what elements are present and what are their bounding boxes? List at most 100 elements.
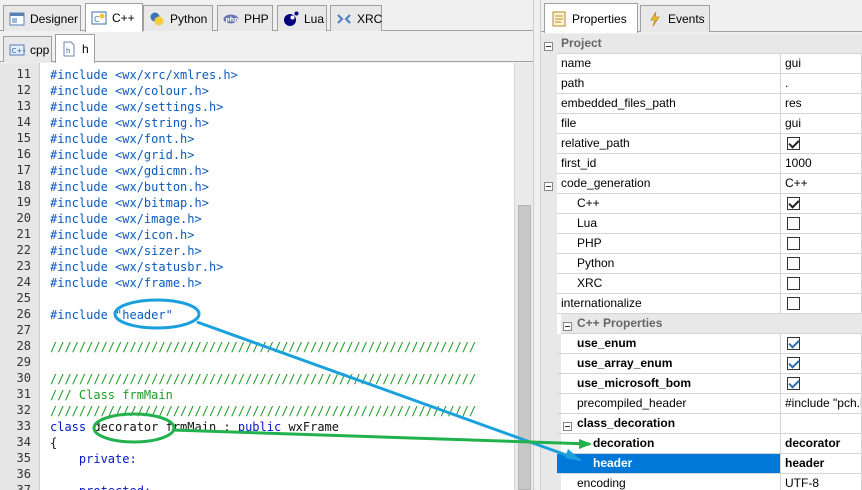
property-row[interactable]: embedded_files_path res <box>541 94 862 114</box>
tab-designer[interactable]: Designer <box>3 5 81 31</box>
file-tab-cpp[interactable]: C++ cpp <box>3 36 52 62</box>
property-value[interactable]: res <box>781 94 862 114</box>
tab-python[interactable]: Python <box>143 5 213 31</box>
property-value[interactable]: header <box>781 454 862 474</box>
property-row[interactable]: encoding UTF-8 <box>541 474 862 490</box>
code-line[interactable]: #include <wx/image.h> <box>50 211 202 227</box>
line-number: 31 <box>16 387 31 401</box>
code-line[interactable]: #include <wx/gdicmn.h> <box>50 163 209 179</box>
code-line[interactable]: /// Class frmMain <box>50 387 173 403</box>
property-row[interactable]: file gui <box>541 114 862 134</box>
code-line[interactable]: #include <wx/button.h> <box>50 179 209 195</box>
property-row[interactable]: first_id 1000 <box>541 154 862 174</box>
property-row[interactable]: internationalize <box>541 294 862 314</box>
property-value[interactable] <box>781 214 862 234</box>
property-value[interactable]: 1000 <box>781 154 862 174</box>
code-token: #include "header" <box>50 308 173 322</box>
tab-lua[interactable]: Lua <box>277 5 327 31</box>
code-line[interactable]: #include <wx/statusbr.h> <box>50 259 223 275</box>
property-value[interactable] <box>781 334 862 354</box>
property-value[interactable] <box>781 374 862 394</box>
code-line[interactable]: { <box>50 435 57 451</box>
unchecked-checkbox[interactable] <box>787 217 800 230</box>
property-value[interactable]: C++ <box>781 174 862 194</box>
property-row[interactable]: precompiled_header#include "pch.h" <box>541 394 862 414</box>
tab-php[interactable]: php PHP <box>217 5 273 31</box>
property-value[interactable] <box>781 414 862 434</box>
property-value[interactable] <box>781 294 862 314</box>
property-value[interactable]: decorator <box>781 434 862 454</box>
code-line[interactable]: #include "header" <box>50 307 173 323</box>
property-row[interactable]: PHP <box>541 234 862 254</box>
property-row[interactable]: relative_path <box>541 134 862 154</box>
code-line[interactable]: #include <wx/bitmap.h> <box>50 195 209 211</box>
category-project[interactable]: Project <box>557 34 862 54</box>
collapse-icon[interactable] <box>563 420 572 431</box>
code-line[interactable]: #include <wx/grid.h> <box>50 147 195 163</box>
unchecked-checkbox[interactable] <box>787 237 800 250</box>
checked-checkbox[interactable] <box>787 377 800 390</box>
property-row[interactable]: XRC <box>541 274 862 294</box>
code-line[interactable]: ////////////////////////////////////////… <box>50 371 476 387</box>
tab-events[interactable]: Events <box>640 5 710 32</box>
code-line[interactable]: #include <wx/frame.h> <box>50 275 202 291</box>
unchecked-checkbox[interactable] <box>787 277 800 290</box>
code-line[interactable]: #include <wx/string.h> <box>50 115 209 131</box>
property-row[interactable]: Lua <box>541 214 862 234</box>
property-row[interactable]: Python <box>541 254 862 274</box>
code-line[interactable]: #include <wx/xrc/xmlres.h> <box>50 67 238 83</box>
checked-checkbox[interactable] <box>787 137 800 150</box>
file-tab-h[interactable]: hh <box>55 34 95 63</box>
property-value[interactable] <box>781 134 862 154</box>
code-line[interactable]: #include <wx/colour.h> <box>50 83 209 99</box>
property-row[interactable]: decoration decorator <box>541 434 862 454</box>
property-value[interactable]: gui <box>781 114 862 134</box>
code-line[interactable]: #include <wx/font.h> <box>50 131 195 147</box>
code-line[interactable]: #include <wx/icon.h> <box>50 227 195 243</box>
property-row[interactable]: use_array_enum <box>541 354 862 374</box>
property-row[interactable]: use_enum <box>541 334 862 354</box>
property-value[interactable]: UTF-8 <box>781 474 862 490</box>
code-line[interactable]: class decorator frmMain : public wxFrame <box>50 419 339 435</box>
property-value[interactable]: . <box>781 74 862 94</box>
property-row[interactable]: Project <box>541 34 862 54</box>
collapse-icon[interactable] <box>544 40 553 51</box>
code-line[interactable]: ////////////////////////////////////////… <box>50 339 476 355</box>
code-text-area[interactable]: #include <wx/xrc/xmlres.h> #include <wx/c… <box>40 63 514 490</box>
code-editor[interactable]: 11 12 13 14 15 16 17 18 19 20 21 22 23 24 25 26 27 28 29 30… <box>0 63 533 490</box>
collapse-icon[interactable] <box>544 180 553 191</box>
property-row[interactable]: name gui <box>541 54 862 74</box>
property-value[interactable] <box>781 274 862 294</box>
unchecked-checkbox[interactable] <box>787 257 800 270</box>
property-row[interactable]: C++ Properties <box>541 314 862 334</box>
collapse-icon[interactable] <box>563 320 572 331</box>
checked-checkbox[interactable] <box>787 337 800 350</box>
property-value[interactable]: #include "pch.h" <box>781 394 862 414</box>
property-row[interactable]: header header <box>541 454 862 474</box>
scrollbar-thumb[interactable] <box>518 205 531 490</box>
property-row[interactable]: use_microsoft_bom <box>541 374 862 394</box>
code-line[interactable]: protected: <box>50 483 151 490</box>
property-value[interactable] <box>781 194 862 214</box>
code-line[interactable]: #include <wx/settings.h> <box>50 99 223 115</box>
unchecked-checkbox[interactable] <box>787 297 800 310</box>
property-value[interactable] <box>781 234 862 254</box>
tab-properties[interactable]: Properties <box>544 3 638 33</box>
property-row[interactable]: path. <box>541 74 862 94</box>
property-value[interactable]: gui <box>781 54 862 74</box>
property-value[interactable] <box>781 254 862 274</box>
code-line[interactable]: ////////////////////////////////////////… <box>50 403 476 419</box>
property-row[interactable]: class_decoration <box>541 414 862 434</box>
property-value[interactable] <box>781 354 862 374</box>
property-row[interactable]: C++ <box>541 194 862 214</box>
tab-xrc[interactable]: XRC <box>330 5 382 31</box>
pane-splitter[interactable] <box>533 0 541 490</box>
property-row[interactable]: code_generation C++ <box>541 174 862 194</box>
code-line[interactable]: #include <wx/sizer.h> <box>50 243 202 259</box>
editor-vertical-scrollbar[interactable] <box>514 63 533 490</box>
checked-checkbox[interactable] <box>787 197 800 210</box>
tab-cpp[interactable]: C C++ <box>85 3 143 32</box>
checked-checkbox[interactable] <box>787 357 800 370</box>
category-c-properties[interactable]: C++ Properties <box>561 314 862 334</box>
code-line[interactable]: private: <box>50 451 137 467</box>
